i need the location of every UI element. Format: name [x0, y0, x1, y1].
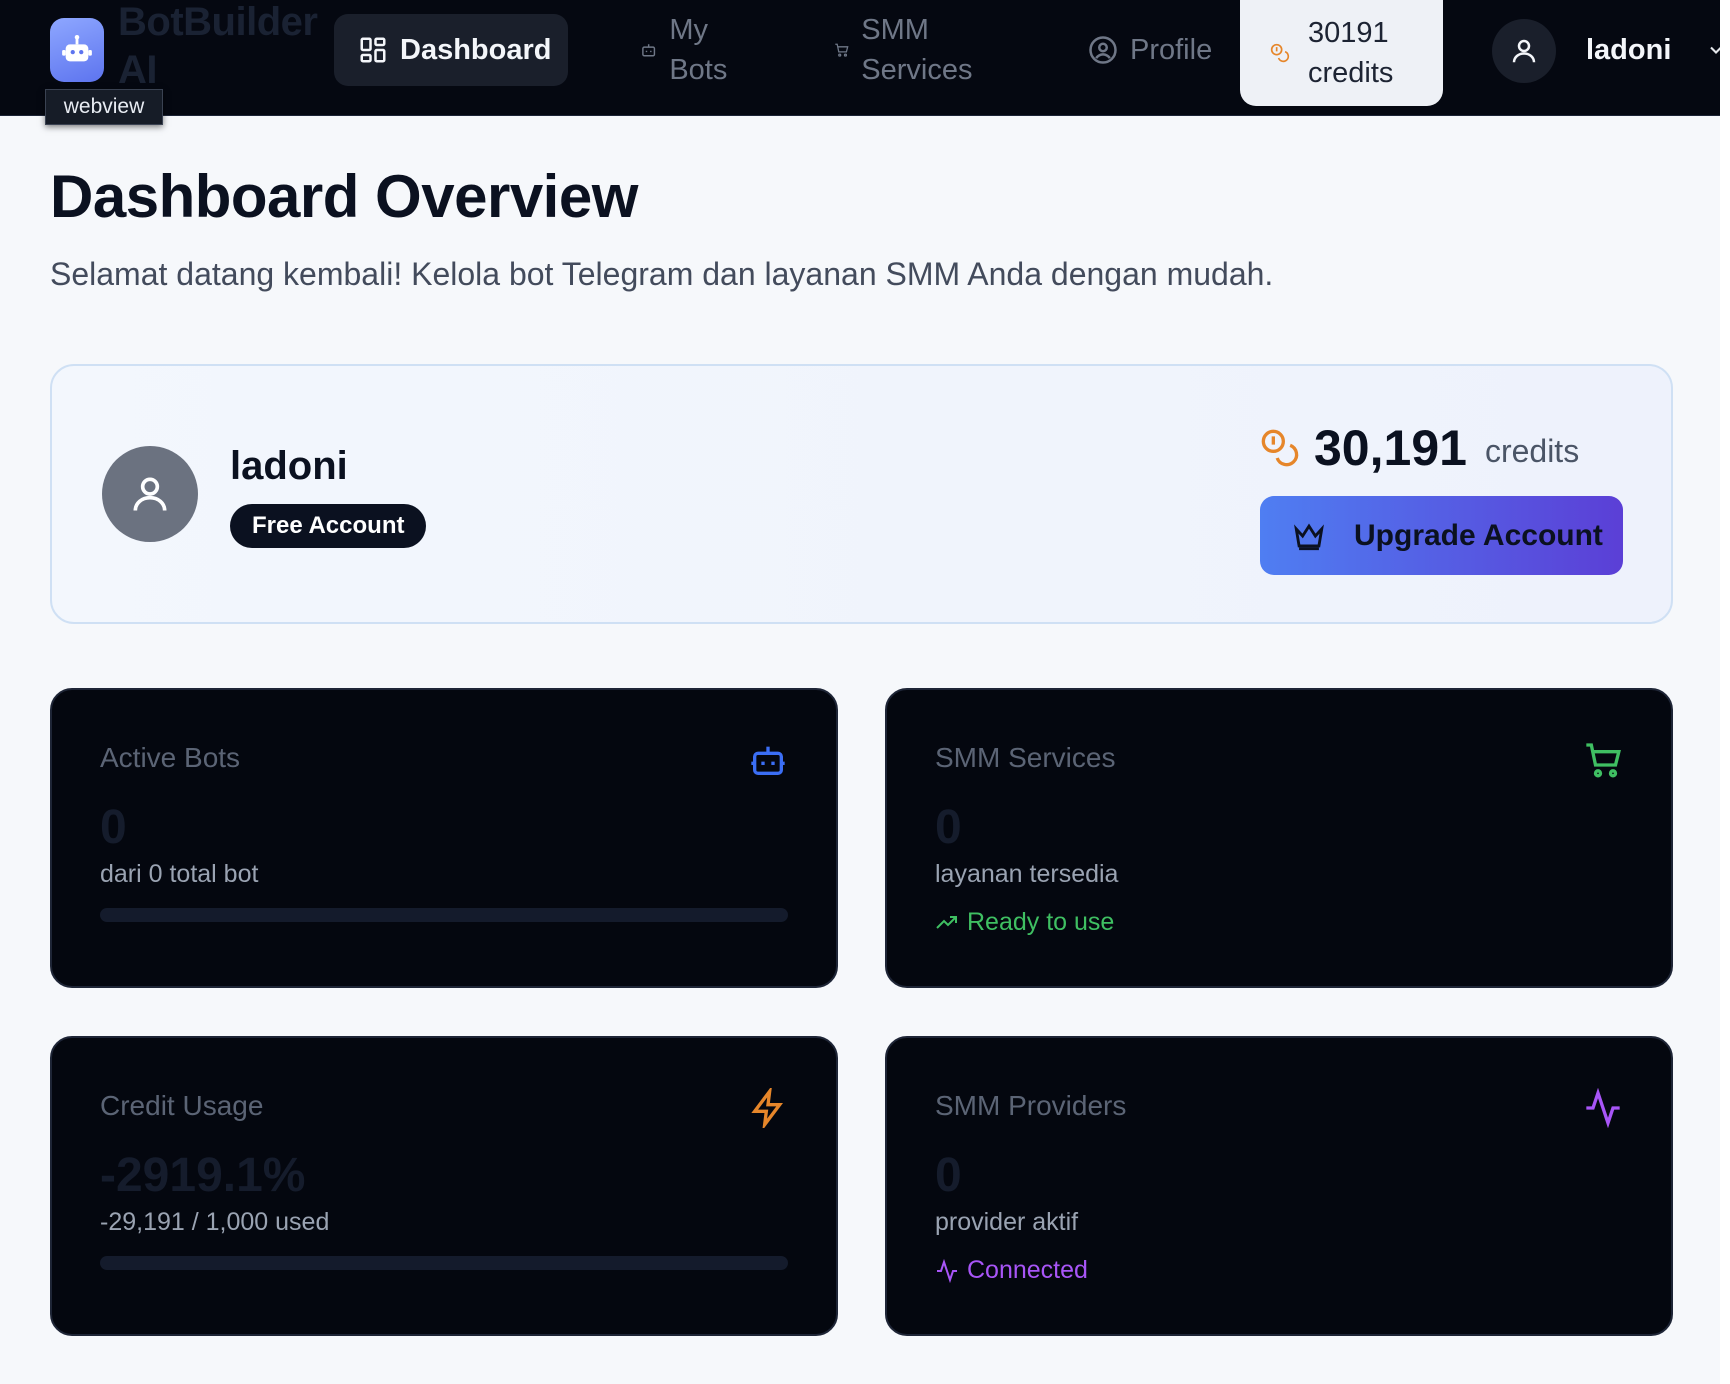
status-label: Connected — [967, 1256, 1088, 1284]
lightning-icon — [751, 1088, 783, 1128]
tab-dashboard[interactable]: Dashboard — [334, 14, 568, 86]
trending-up-icon — [936, 915, 957, 929]
credit-unit: credits — [1484, 432, 1580, 469]
user-icon — [1512, 39, 1536, 63]
stat-title: Active Bots — [100, 742, 241, 773]
credit-balance: 30,191 credits — [1260, 418, 1640, 478]
coins-icon — [1261, 429, 1299, 467]
webview-tooltip: webview — [45, 89, 163, 125]
activity-icon — [1586, 1088, 1620, 1128]
credit-amount: 30,191 — [1314, 420, 1467, 476]
tab-dashboard-label: Dashboard — [400, 34, 552, 66]
brand-name: BotBuilder AI — [118, 0, 318, 92]
upgrade-account-button[interactable]: Upgrade Account — [1260, 496, 1623, 575]
upgrade-button-label: Upgrade Account — [1354, 518, 1603, 552]
profile-summary-card: ladoni Free Account 30,191 credits Upgra… — [50, 364, 1673, 624]
user-menu-name[interactable]: ladoni — [1586, 30, 1671, 70]
status-label: Ready to use — [967, 908, 1115, 936]
user-avatar[interactable] — [1492, 19, 1556, 83]
stat-value: 0 — [935, 801, 962, 854]
tab-profile-label: Profile — [1130, 34, 1213, 66]
account-type-badge: Free Account — [230, 504, 427, 548]
cart-icon — [835, 43, 849, 57]
credits-pill-label: 30191 credits — [1308, 17, 1394, 89]
progress-bar — [100, 1256, 788, 1270]
crown-icon — [1294, 522, 1324, 550]
credits-pill[interactable]: 30191 credits — [1240, 0, 1443, 106]
progress-bar — [100, 908, 788, 922]
tab-smm-services-label: SMM Services — [861, 14, 973, 86]
tab-my-bots-label: My Bots — [669, 14, 728, 86]
user-icon — [133, 477, 167, 511]
stat-description: layanan tersedia — [935, 860, 1119, 888]
profile-avatar — [102, 446, 198, 542]
stat-title: SMM Providers — [935, 1090, 1127, 1121]
stat-description: dari 0 total bot — [100, 860, 259, 888]
stat-description: -29,191 / 1,000 used — [100, 1208, 330, 1236]
profile-name: ladoni — [230, 444, 348, 488]
page-title: Dashboard Overview — [50, 163, 638, 230]
stat-card-smm-services: SMM Services 0 layanan tersedia Ready to… — [885, 688, 1673, 988]
stat-value: 0 — [935, 1149, 962, 1202]
tab-my-bots[interactable]: My Bots — [640, 14, 760, 86]
tab-smm-services[interactable]: SMM Services — [834, 14, 1004, 86]
stat-value: 0 — [100, 801, 127, 854]
bot-icon — [751, 746, 785, 775]
page-subtitle: Selamat datang kembali! Kelola bot Teleg… — [50, 256, 1274, 292]
status-ready: Ready to use — [935, 908, 1114, 937]
stat-card-smm-providers: SMM Providers 0 provider aktif Connected — [885, 1036, 1673, 1336]
user-circle-icon — [1089, 36, 1117, 64]
status-connected: Connected — [935, 1256, 1088, 1285]
stat-description: provider aktif — [935, 1208, 1079, 1236]
activity-icon — [937, 1258, 957, 1283]
stat-card-active-bots: Active Bots 0 dari 0 total bot — [50, 688, 838, 988]
top-navbar: BotBuilder AI webview Dashboard My Bots … — [0, 0, 1730, 125]
stat-title: SMM Services — [935, 742, 1116, 773]
bot-logo-icon[interactable] — [50, 18, 104, 82]
stat-card-credit-usage: Credit Usage -2919.1% -29,191 / 1,000 us… — [50, 1036, 838, 1336]
tab-profile[interactable]: Profile — [1088, 14, 1228, 86]
stat-title: Credit Usage — [100, 1090, 264, 1121]
dashboard-grid-icon — [360, 37, 386, 63]
coins-icon — [1270, 43, 1290, 63]
cart-icon — [1586, 743, 1621, 778]
stat-value: -2919.1% — [100, 1149, 306, 1202]
bot-icon — [642, 44, 656, 57]
window-edge — [1720, 0, 1730, 1384]
